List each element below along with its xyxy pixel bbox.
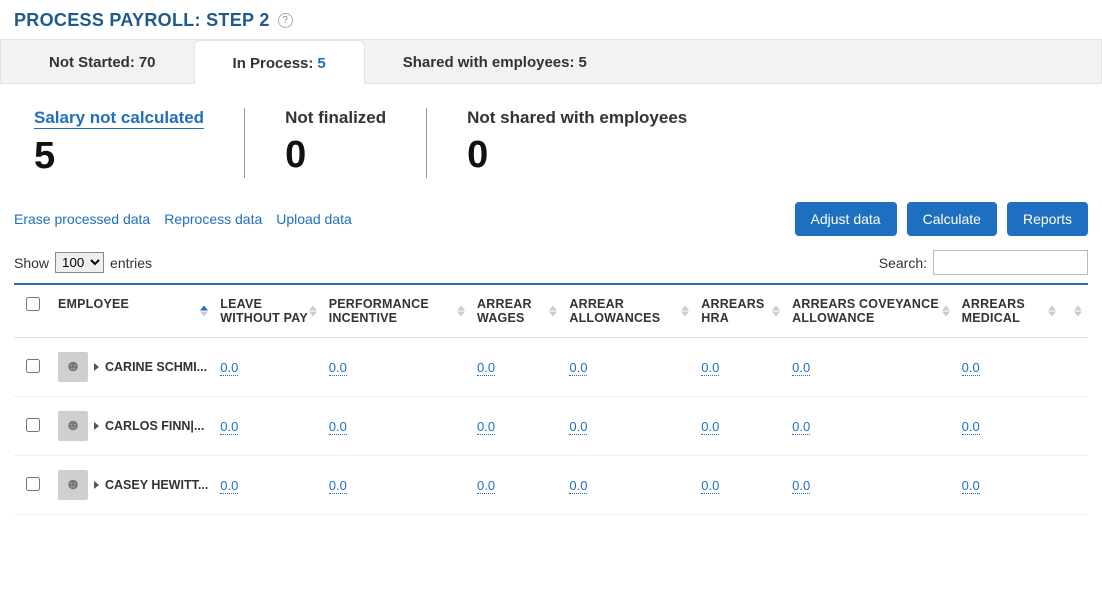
reports-button[interactable]: Reports: [1007, 202, 1088, 236]
table-row: ☻ CARLOS FINN|... 0.0 0.0 0.0 0.0 0.0 0.0 0.0: [14, 397, 1088, 456]
avatar: ☻: [58, 470, 88, 500]
upload-link[interactable]: Upload data: [276, 211, 352, 227]
page-title: PROCESS PAYROLL: STEP 2: [14, 10, 270, 31]
reprocess-link[interactable]: Reprocess data: [164, 211, 262, 227]
stat-not-finalized: Not finalized 0: [244, 108, 426, 178]
stat-cards: Salary not calculated 5 Not finalized 0 …: [0, 84, 1102, 196]
table-row: ☻ CARINE SCHMI... 0.0 0.0 0.0 0.0 0.0 0.0 0.0: [14, 338, 1088, 397]
row-checkbox[interactable]: [26, 359, 40, 373]
sort-icon: [309, 306, 317, 317]
col-arrears-hra[interactable]: ARREARS HRA: [695, 284, 786, 338]
expand-icon[interactable]: [94, 481, 99, 489]
show-entries: Show 100 entries: [14, 252, 152, 273]
cell-value[interactable]: 0.0: [792, 360, 810, 376]
cell-value[interactable]: 0.0: [329, 478, 347, 494]
cell-value[interactable]: 0.0: [569, 419, 587, 435]
cell-value[interactable]: 0.0: [962, 419, 980, 435]
stat-salary-not-calculated: Salary not calculated 5: [14, 108, 244, 178]
tab-shared[interactable]: Shared with employees: 5: [365, 40, 625, 83]
stat-label: Not finalized: [285, 108, 386, 128]
cell-value[interactable]: 0.0: [792, 419, 810, 435]
entries-select[interactable]: 100: [55, 252, 104, 273]
tab-count: 70: [139, 54, 156, 71]
tab-in-process[interactable]: In Process: 5: [194, 40, 365, 84]
cell-value[interactable]: 0.0: [962, 360, 980, 376]
search-input[interactable]: [933, 250, 1088, 275]
search-label: Search:: [879, 255, 927, 271]
tab-label: Not Started:: [49, 54, 135, 71]
col-performance-incentive[interactable]: PERFORMANCE INCENTIVE: [323, 284, 471, 338]
col-arrear-allowances[interactable]: ARREAR ALLOWANCES: [563, 284, 695, 338]
sort-icon: [200, 306, 208, 317]
tab-not-started[interactable]: Not Started: 70: [11, 40, 194, 83]
stat-not-shared: Not shared with employees 0: [426, 108, 727, 178]
tab-label: Shared with employees:: [403, 54, 575, 71]
employee-name: CASEY HEWITT...: [105, 478, 208, 492]
sort-icon: [942, 306, 950, 317]
table-row: ☻ CASEY HEWITT... 0.0 0.0 0.0 0.0 0.0 0.0 0.0: [14, 456, 1088, 515]
sort-icon: [1048, 306, 1056, 317]
col-leave-without-pay[interactable]: LEAVE WITHOUT PAY: [214, 284, 322, 338]
show-suffix: entries: [110, 255, 152, 271]
cell-value[interactable]: 0.0: [701, 419, 719, 435]
calculate-button[interactable]: Calculate: [907, 202, 997, 236]
payroll-table: EMPLOYEE LEAVE WITHOUT PAY PERFORMANCE I…: [14, 283, 1088, 515]
sort-icon: [1074, 306, 1082, 317]
cell-value[interactable]: 0.0: [477, 419, 495, 435]
tab-count: 5: [317, 55, 325, 72]
cell-value[interactable]: 0.0: [701, 478, 719, 494]
adjust-data-button[interactable]: Adjust data: [795, 202, 897, 236]
row-checkbox[interactable]: [26, 418, 40, 432]
col-arrears-medical[interactable]: ARREARS MEDICAL: [956, 284, 1062, 338]
cell-value[interactable]: 0.0: [792, 478, 810, 494]
avatar: ☻: [58, 352, 88, 382]
stat-label: Not shared with employees: [467, 108, 687, 128]
employee-name: CARLOS FINN|...: [105, 419, 204, 433]
sort-icon: [549, 306, 557, 317]
col-arrear-wages[interactable]: ARREAR WAGES: [471, 284, 563, 338]
col-employee[interactable]: EMPLOYEE: [52, 284, 214, 338]
search-box: Search:: [879, 250, 1088, 275]
employee-name: CARINE SCHMI...: [105, 360, 207, 374]
tab-label: In Process:: [233, 55, 314, 72]
expand-icon[interactable]: [94, 363, 99, 371]
expand-icon[interactable]: [94, 422, 99, 430]
cell-value[interactable]: 0.0: [477, 478, 495, 494]
button-actions: Adjust data Calculate Reports: [795, 202, 1088, 236]
col-arrears-conveyance[interactable]: ARREARS COVEYANCE ALLOWANCE: [786, 284, 955, 338]
cell-value[interactable]: 0.0: [329, 419, 347, 435]
cell-value[interactable]: 0.0: [220, 478, 238, 494]
help-icon[interactable]: ?: [278, 13, 293, 28]
select-all-checkbox[interactable]: [26, 297, 40, 311]
cell-value[interactable]: 0.0: [962, 478, 980, 494]
avatar: ☻: [58, 411, 88, 441]
link-actions: Erase processed data Reprocess data Uplo…: [14, 211, 352, 227]
cell-value[interactable]: 0.0: [220, 360, 238, 376]
sort-icon: [681, 306, 689, 317]
erase-link[interactable]: Erase processed data: [14, 211, 150, 227]
stat-label[interactable]: Salary not calculated: [34, 108, 204, 129]
sort-icon: [457, 306, 465, 317]
sort-icon: [772, 306, 780, 317]
cell-value[interactable]: 0.0: [569, 360, 587, 376]
cell-value[interactable]: 0.0: [329, 360, 347, 376]
stat-value: 0: [285, 134, 386, 177]
tab-count: 5: [578, 54, 586, 71]
show-prefix: Show: [14, 255, 49, 271]
cell-value[interactable]: 0.0: [477, 360, 495, 376]
row-checkbox[interactable]: [26, 477, 40, 491]
stat-value: 0: [467, 134, 687, 177]
cell-value[interactable]: 0.0: [220, 419, 238, 435]
tabs-bar: Not Started: 70 In Process: 5 Shared wit…: [0, 39, 1102, 84]
cell-value[interactable]: 0.0: [701, 360, 719, 376]
stat-value: 5: [34, 135, 204, 178]
cell-value[interactable]: 0.0: [569, 478, 587, 494]
col-extra[interactable]: [1062, 284, 1088, 338]
